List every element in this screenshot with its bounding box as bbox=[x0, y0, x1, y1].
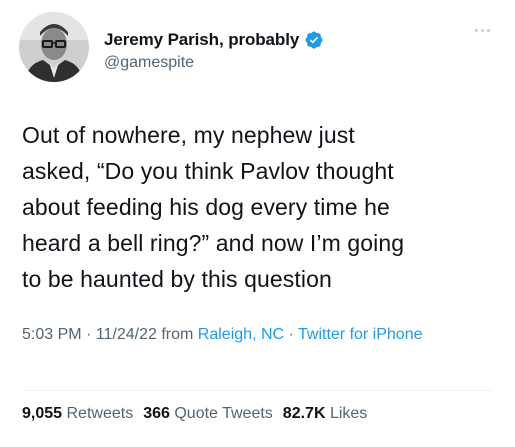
tweet-metadata: 5:03 PM · 11/24/22 from Raleigh, NC · Tw… bbox=[22, 322, 492, 348]
meta-separator: · bbox=[81, 326, 96, 343]
more-dot bbox=[486, 28, 490, 32]
tweet-text-line: Out of nowhere, my nephew just bbox=[22, 122, 355, 148]
from-prefix: from bbox=[156, 326, 198, 343]
retweets-count: 9,055 bbox=[22, 405, 63, 422]
engagement-stats: 9,055 Retweets 366 Quote Tweets 82.7K Li… bbox=[22, 405, 367, 423]
likes-label: Likes bbox=[329, 405, 368, 422]
tweet-text: Out of nowhere, my nephew just asked, “D… bbox=[22, 117, 500, 297]
likes-count: 82.7K bbox=[282, 405, 326, 422]
author-handle[interactable]: @gamespite bbox=[104, 54, 194, 72]
display-name[interactable]: Jeremy Parish, probably bbox=[104, 30, 299, 50]
quote-tweets-stat[interactable]: 366 Quote Tweets bbox=[143, 405, 273, 423]
quote-tweets-label: Quote Tweets bbox=[174, 405, 273, 422]
tweet-time[interactable]: 5:03 PM bbox=[22, 326, 82, 343]
location-link[interactable]: Raleigh, NC bbox=[198, 326, 284, 343]
likes-stat[interactable]: 82.7K Likes bbox=[283, 405, 368, 423]
tweet-date[interactable]: 11/24/22 bbox=[96, 326, 157, 343]
meta-separator: · bbox=[284, 326, 298, 343]
divider bbox=[22, 390, 492, 391]
author-name-row[interactable]: Jeremy Parish, probably bbox=[104, 29, 324, 51]
more-options-icon[interactable] bbox=[470, 22, 494, 38]
tweet-text-line: asked, “Do you think Pavlov thought bbox=[22, 158, 394, 184]
tweet-text-line: to be haunted by this question bbox=[22, 266, 332, 292]
tweet-text-line: heard a bell ring?” and now I’m going bbox=[22, 230, 405, 256]
verified-badge-icon bbox=[304, 30, 324, 50]
retweets-label: Retweets bbox=[66, 405, 134, 422]
quote-tweets-count: 366 bbox=[143, 405, 170, 422]
source-link[interactable]: Twitter for iPhone bbox=[298, 326, 423, 343]
tweet-text-line: about feeding his dog every time he bbox=[22, 194, 390, 220]
avatar[interactable] bbox=[19, 12, 89, 82]
tweet-card: Jeremy Parish, probably @gamespite Out o… bbox=[0, 0, 515, 447]
more-dot bbox=[474, 28, 478, 32]
avatar-image bbox=[19, 12, 89, 82]
retweets-stat[interactable]: 9,055 Retweets bbox=[22, 405, 133, 423]
more-dot bbox=[480, 28, 484, 32]
